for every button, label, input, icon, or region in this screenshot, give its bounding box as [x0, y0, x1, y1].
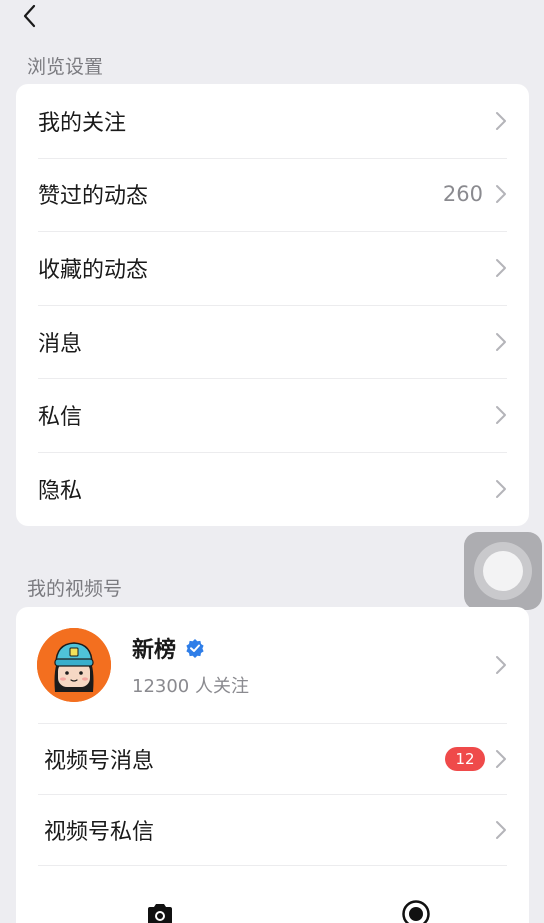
- avatar: [37, 628, 111, 702]
- row-favorited-posts[interactable]: 收藏的动态: [16, 231, 529, 305]
- back-button[interactable]: [14, 2, 46, 30]
- row-direct-messages[interactable]: 私信: [16, 378, 529, 452]
- assistive-touch-dot: [483, 551, 523, 591]
- verified-badge-icon: [186, 639, 204, 658]
- row-label: 视频号消息: [44, 748, 155, 774]
- row-channel-direct-messages[interactable]: 视频号私信: [16, 794, 529, 865]
- row-messages[interactable]: 消息: [16, 304, 529, 379]
- liked-count: 260: [442, 182, 483, 207]
- chevron-right-icon: [495, 184, 507, 204]
- channel-name: 新榜: [132, 638, 177, 663]
- unread-badge: 12: [445, 746, 485, 771]
- row-label: 收藏的动态: [38, 257, 149, 283]
- follower-count: 12300 人关注: [132, 676, 249, 697]
- chevron-right-icon: [495, 479, 507, 499]
- assistive-touch-button[interactable]: [464, 532, 542, 610]
- bottom-icon-row: [16, 865, 529, 923]
- row-label: 消息: [38, 331, 83, 357]
- browse-settings-card: 我的关注 赞过的动态 260 收藏的动态 消息 私信 隐私: [16, 84, 529, 526]
- channel-profile-row[interactable]: 新榜 12300 人关注: [16, 607, 529, 723]
- chevron-left-icon: [23, 4, 36, 28]
- chevron-right-icon: [495, 332, 507, 352]
- chevron-right-icon: [495, 820, 507, 840]
- chevron-right-icon: [495, 749, 507, 769]
- camera-icon[interactable]: [145, 901, 175, 923]
- chevron-right-icon: [495, 655, 507, 675]
- row-label: 赞过的动态: [38, 184, 149, 210]
- screen: 浏览设置 我的关注 赞过的动态 260 收藏的动态 消息 私信 隐私 我的视频号…: [0, 0, 544, 923]
- chevron-right-icon: [495, 111, 507, 131]
- row-channel-messages[interactable]: 视频号消息 12: [16, 723, 529, 794]
- record-icon[interactable]: [401, 899, 431, 923]
- row-liked-posts[interactable]: 赞过的动态 260: [16, 157, 529, 232]
- profile-info: 新榜 12300 人关注: [132, 632, 495, 698]
- channel-card: 新榜 12300 人关注 视频号消息 12 视频号私信: [16, 607, 529, 923]
- profile-name-line: 新榜: [132, 632, 495, 664]
- row-my-follows[interactable]: 我的关注: [16, 84, 529, 158]
- chevron-right-icon: [495, 405, 507, 425]
- channel-section-title: 我的视频号: [27, 578, 123, 600]
- row-privacy[interactable]: 隐私: [16, 451, 529, 526]
- row-label: 我的关注: [38, 110, 127, 136]
- row-label: 隐私: [38, 478, 83, 504]
- row-label: 私信: [38, 405, 83, 431]
- assistive-touch-ring: [474, 542, 532, 600]
- browse-section-title: 浏览设置: [27, 56, 104, 78]
- chevron-right-icon: [495, 258, 507, 278]
- row-label: 视频号私信: [44, 819, 155, 845]
